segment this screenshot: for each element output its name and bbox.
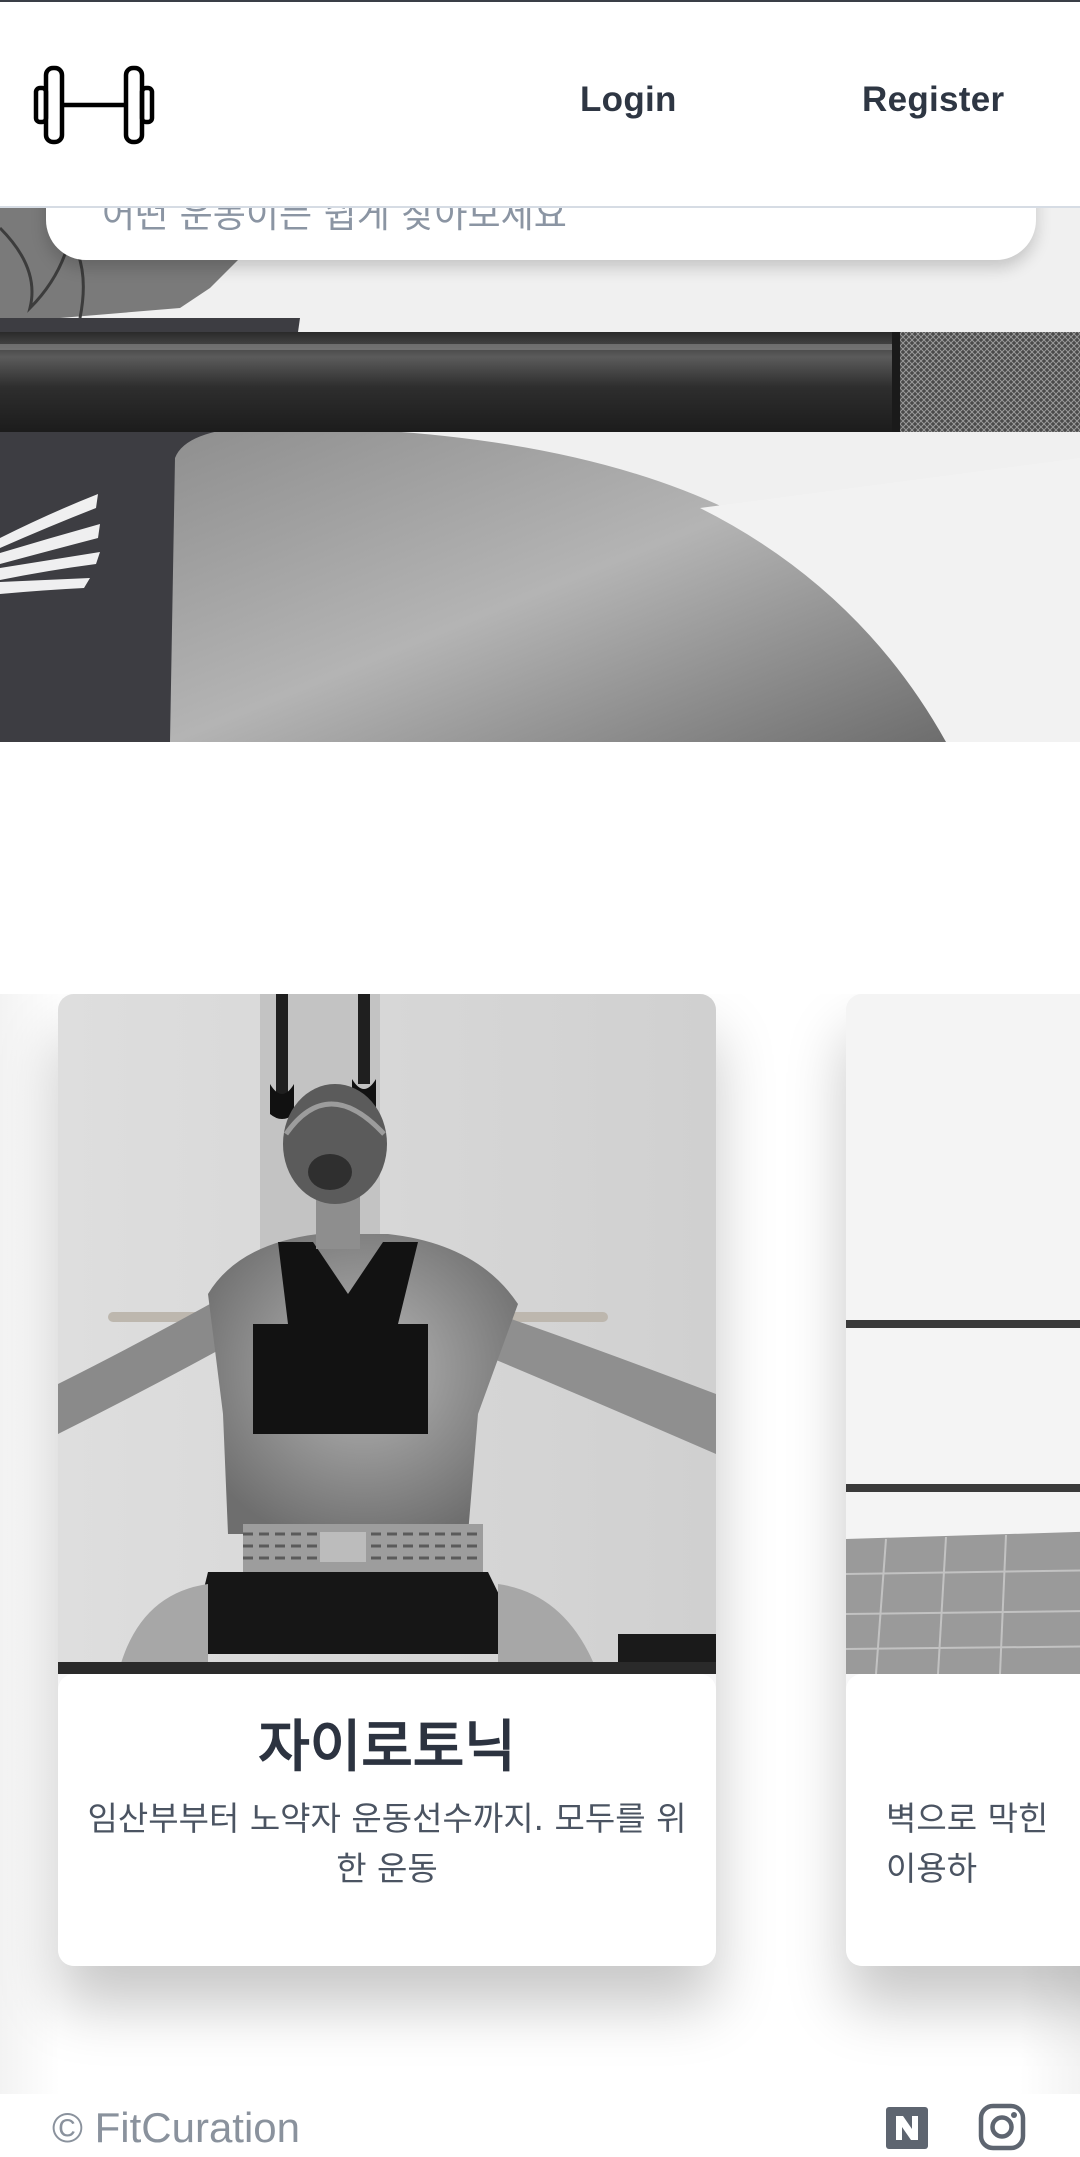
card-photo	[58, 994, 716, 1674]
card-body: 자이로토닉 임산부부터 노약자 운동선수까지. 모두를 위한 운동	[58, 1674, 716, 1966]
search-placeholder: 어떤 운동이든 쉽게 찾아보세요	[102, 208, 567, 236]
app-header: Login Register	[0, 2, 1080, 208]
card-body: 벽으로 막힌 이용하	[846, 1674, 1080, 1966]
copyright-text: © FitCuration	[52, 2104, 301, 2151]
dumbbell-icon[interactable]	[32, 64, 156, 146]
card-description: 벽으로 막힌 이용하	[886, 1799, 1049, 1888]
login-link[interactable]: Login	[580, 80, 677, 120]
naver-icon[interactable]	[886, 2107, 928, 2149]
exercise-carousel[interactable]: 자이로토닉 임산부부터 노약자 운동선수까지. 모두를 위한 운동 벽으로 막힌…	[0, 994, 1080, 2094]
site-footer: © FitCuration	[0, 2096, 1080, 2157]
register-link[interactable]: Register	[862, 80, 1004, 120]
card-description: 임산부부터 노약자 운동선수까지. 모두를 위한 운동	[87, 1799, 687, 1888]
search-bar[interactable]: 어떤 운동이든 쉽게 찾아보세요	[46, 208, 1036, 260]
exercise-card-gyrotonic[interactable]: 자이로토닉 임산부부터 노약자 운동선수까지. 모두를 위한 운동	[58, 994, 716, 1966]
card-photo	[846, 994, 1080, 1674]
barbell-shoulder-photo	[0, 208, 1080, 742]
studio-room-photo	[846, 994, 1080, 1674]
exercise-card-next[interactable]: 벽으로 막힌 이용하	[846, 994, 1080, 1966]
card-title: 자이로토닉	[258, 1715, 516, 1780]
hero-banner: 어떤 운동이든 쉽게 찾아보세요	[0, 208, 1080, 742]
gyrotonic-back-photo	[58, 994, 716, 1674]
instagram-icon[interactable]	[978, 2103, 1026, 2151]
